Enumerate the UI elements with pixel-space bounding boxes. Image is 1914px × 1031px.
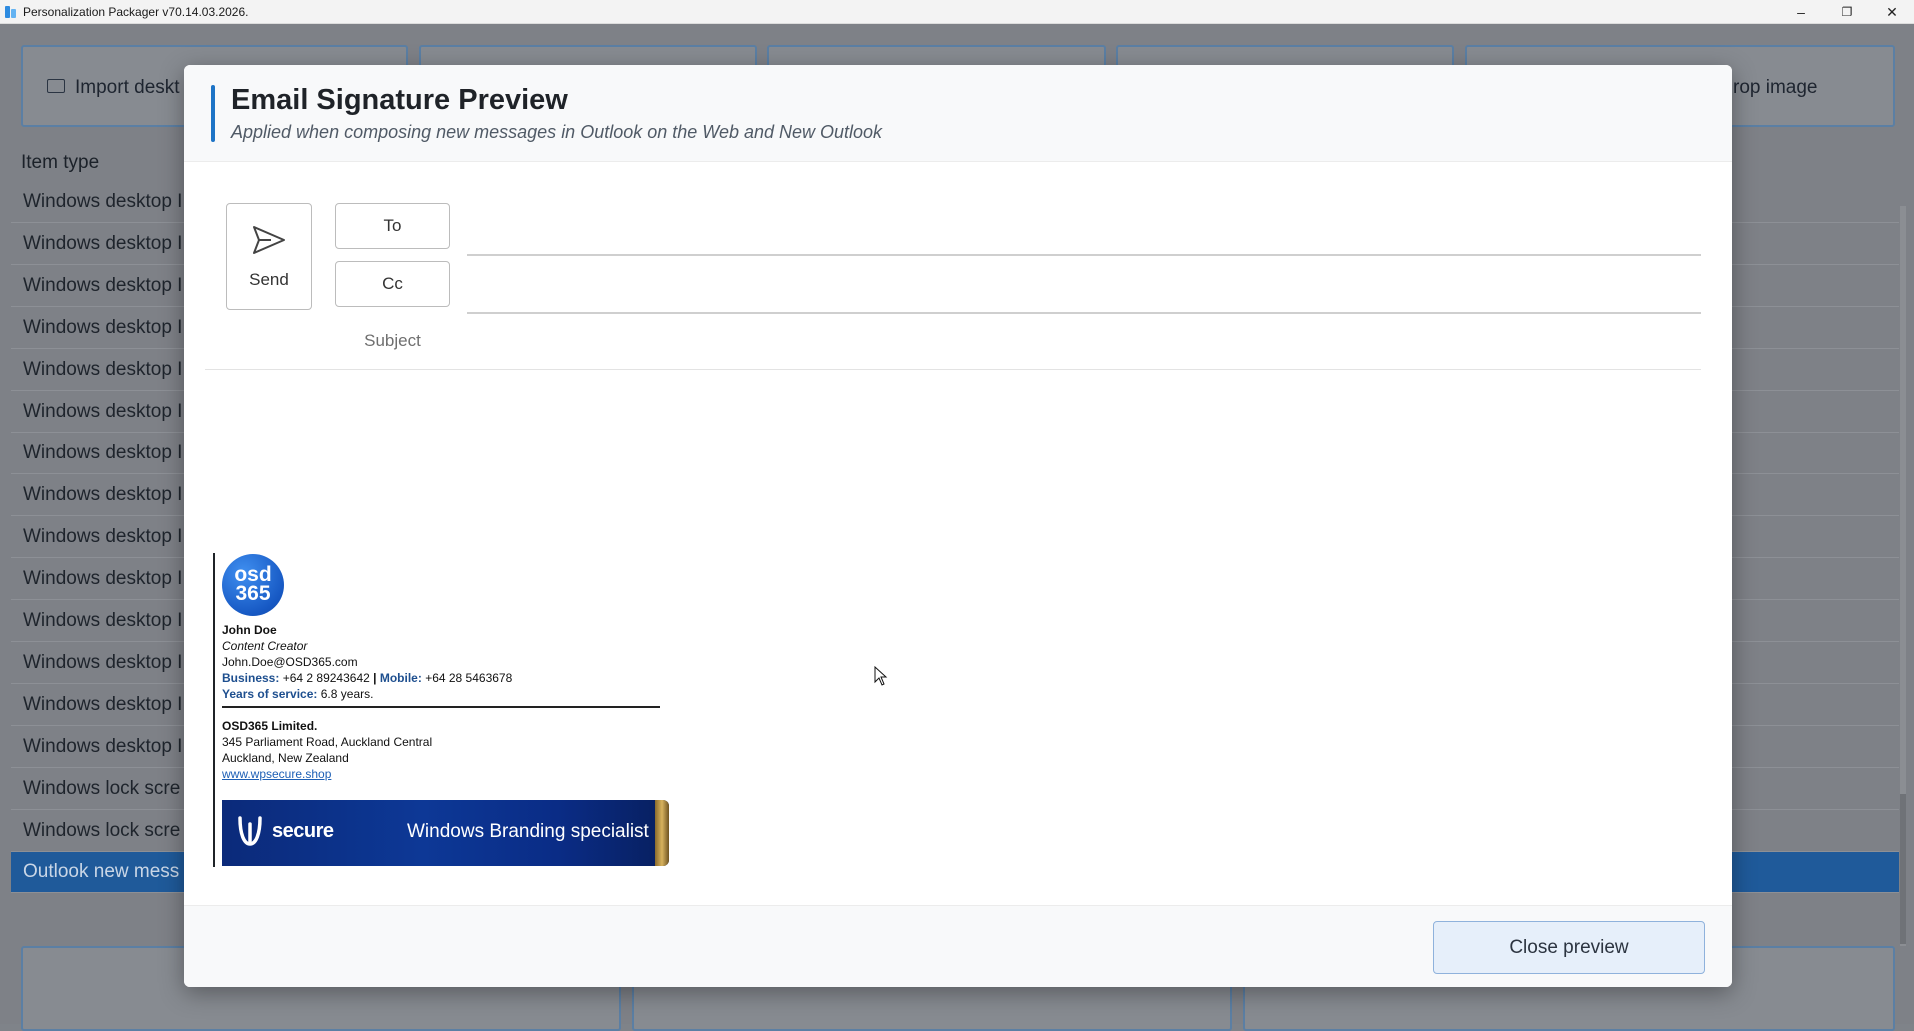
to-input-line[interactable] xyxy=(467,254,1701,256)
list-item-label: Windows desktop I xyxy=(23,442,183,464)
signature-name: John Doe xyxy=(222,623,277,637)
maximize-button[interactable]: ❐ xyxy=(1824,0,1870,24)
wpsecure-banner: secure Windows Branding specialist xyxy=(222,800,669,866)
signature-role: Content Creator xyxy=(222,639,308,653)
phone-separator: | xyxy=(373,671,377,685)
mobile-label: Mobile: xyxy=(379,671,422,685)
subject-divider xyxy=(205,369,1701,370)
list-item-label: Windows desktop I xyxy=(23,400,183,422)
signature-left-rule xyxy=(213,553,215,867)
title-bar: Personalization Packager v70.14.03.2026.… xyxy=(0,0,1914,24)
signature-website-link[interactable]: www.wpsecure.shop xyxy=(222,767,331,781)
dialog-header: Email Signature Preview Applied when com… xyxy=(184,65,1732,162)
service-value: 6.8 years. xyxy=(320,687,374,701)
import-desktop-label: Import deskt xyxy=(75,77,180,98)
wpsecure-logo-icon xyxy=(238,816,262,846)
mouse-cursor-icon xyxy=(874,666,888,686)
list-item-label: Windows desktop I xyxy=(23,484,183,506)
send-icon xyxy=(253,226,285,254)
business-phone: +64 2 89243642 xyxy=(282,671,370,685)
list-item-label: Windows desktop I xyxy=(23,568,183,590)
to-button[interactable]: To xyxy=(335,203,450,249)
list-item-label: Windows desktop I xyxy=(23,316,183,338)
send-label: Send xyxy=(249,270,289,289)
list-header-item-type: Item type xyxy=(21,152,100,173)
banner-brand: secure xyxy=(272,820,334,842)
signature-address-1: 345 Parliament Road, Auckland Central xyxy=(222,735,433,749)
list-item-label: Windows desktop I xyxy=(23,693,183,715)
list-item-label: Windows desktop I xyxy=(23,651,183,673)
signature-address-2: Auckland, New Zealand xyxy=(222,751,349,765)
window-title: Personalization Packager v70.14.03.2026. xyxy=(23,4,249,19)
list-item-label: Windows desktop I xyxy=(23,232,183,254)
osd365-logo: osd 365 xyxy=(222,554,284,616)
list-item-label: Windows desktop I xyxy=(23,610,183,631)
close-preview-button[interactable]: Close preview xyxy=(1433,921,1705,974)
list-item-label: Windows desktop I xyxy=(23,191,183,212)
signature-service: Years of service: 6.8 years. xyxy=(222,687,373,701)
email-signature-preview-dialog: Email Signature Preview Applied when com… xyxy=(184,65,1732,987)
banner-gold-edge xyxy=(655,800,669,866)
dialog-title: Email Signature Preview xyxy=(231,84,568,116)
list-item-label: Windows desktop I xyxy=(23,274,183,296)
send-button[interactable]: Send xyxy=(226,203,312,310)
list-item-label: Outlook new mess xyxy=(23,861,180,883)
list-item-label: Windows desktop I xyxy=(23,526,183,548)
close-window-button[interactable]: ✕ xyxy=(1869,0,1914,24)
subject-label: Subject xyxy=(364,331,421,350)
minimize-button[interactable]: – xyxy=(1778,0,1824,24)
list-item-label: Windows desktop I xyxy=(23,358,183,380)
dialog-subtitle: Applied when composing new messages in O… xyxy=(231,122,883,142)
list-scrollbar-thumb[interactable] xyxy=(1900,794,1906,944)
banner-tagline: Windows Branding specialist xyxy=(407,821,649,842)
list-item-label: Windows lock scre xyxy=(23,819,181,841)
dialog-footer: Close preview xyxy=(184,905,1732,987)
signature-email: John.Doe@OSD365.com xyxy=(222,655,358,669)
mobile-phone: +64 28 5463678 xyxy=(425,671,513,685)
signature-company: OSD365 Limited. xyxy=(222,719,318,733)
business-label: Business: xyxy=(222,671,280,685)
cc-input-line[interactable] xyxy=(467,312,1701,314)
drop-image-label: rop image xyxy=(1733,77,1818,98)
image-icon xyxy=(47,79,65,93)
service-label: Years of service: xyxy=(222,687,318,701)
signature-phones: Business: +64 2 89243642 | Mobile: +64 2… xyxy=(222,671,512,685)
app-logo-icon xyxy=(4,5,18,19)
cc-button[interactable]: Cc xyxy=(335,261,450,307)
signature-divider xyxy=(222,706,660,708)
list-item-label: Windows desktop I xyxy=(23,735,183,757)
list-item-label: Windows lock scre xyxy=(23,777,181,799)
accent-bar xyxy=(211,85,215,142)
